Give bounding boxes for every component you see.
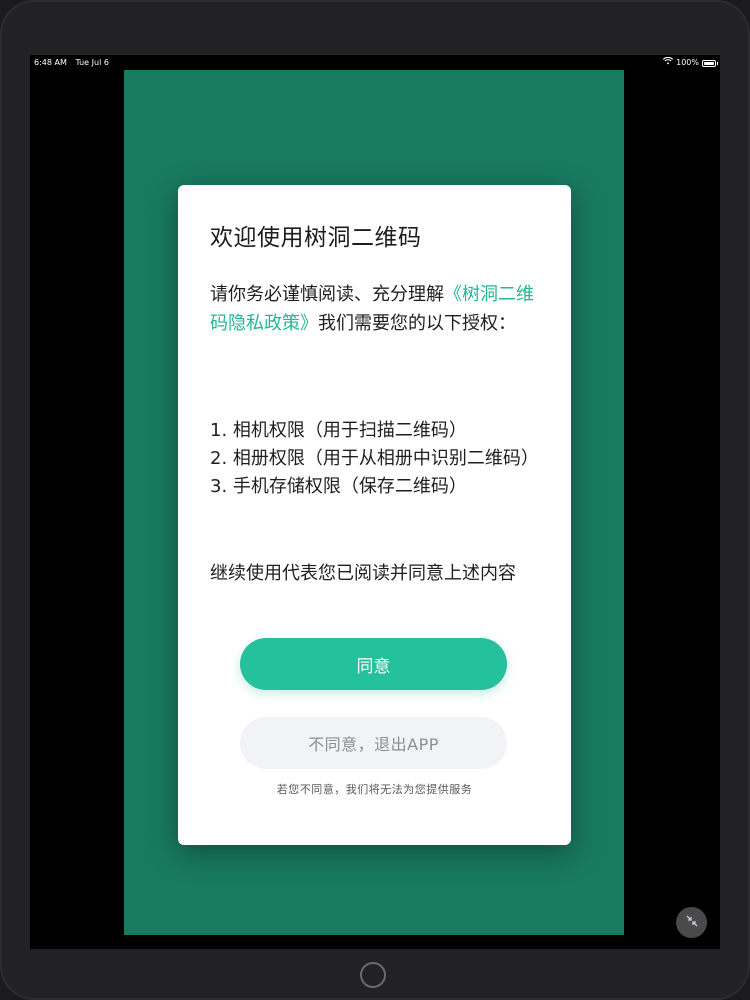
- intro-text-before: 请你务必谨慎阅读、充分理解: [210, 284, 444, 305]
- permission-list: 1. 相机权限（用于扫描二维码） 2. 相册权限（用于从相册中识别二维码） 3.…: [210, 417, 550, 501]
- status-bar: 6:48 AM Tue Jul 6 100%: [30, 55, 720, 71]
- home-button[interactable]: [360, 962, 386, 988]
- battery-percent: 100%: [676, 58, 699, 67]
- status-time: 6:48 AM: [34, 58, 67, 67]
- privacy-dialog: 欢迎使用树洞二维码 请你务必谨慎阅读、充分理解《树洞二维码隐私政策》我们需要您的…: [178, 185, 571, 845]
- permission-item-album: 2. 相册权限（用于从相册中识别二维码）: [210, 448, 539, 469]
- dialog-intro: 请你务必谨慎阅读、充分理解《树洞二维码隐私政策》我们需要您的以下授权：: [210, 280, 545, 338]
- footer-note: 若您不同意，我们将无法为您提供服务: [276, 783, 473, 796]
- minimize-button[interactable]: [676, 907, 707, 938]
- status-date: Tue Jul 6: [75, 58, 109, 67]
- permission-item-storage: 3. 手机存储权限（保存二维码）: [210, 476, 467, 497]
- app-background: 欢迎使用树洞二维码 请你务必谨慎阅读、充分理解《树洞二维码隐私政策》我们需要您的…: [124, 70, 624, 935]
- wifi-icon: [663, 55, 674, 71]
- agree-button[interactable]: 同意: [240, 638, 507, 690]
- minimize-arrows-icon: [685, 913, 699, 932]
- dialog-title: 欢迎使用树洞二维码: [210, 225, 422, 251]
- permission-item-camera: 1. 相机权限（用于扫描二维码）: [210, 420, 467, 441]
- disagree-exit-button[interactable]: 不同意，退出APP: [240, 717, 507, 769]
- battery-icon: [702, 59, 718, 67]
- continue-note: 继续使用代表您已阅读并同意上述内容: [210, 563, 516, 584]
- ipad-device-frame: 6:48 AM Tue Jul 6 100% 欢迎使用树洞二维码 请你务必谨慎阅…: [0, 0, 750, 1000]
- intro-text-after: 我们需要您的以下授权：: [318, 313, 516, 334]
- screen: 6:48 AM Tue Jul 6 100% 欢迎使用树洞二维码 请你务必谨慎阅…: [30, 55, 720, 949]
